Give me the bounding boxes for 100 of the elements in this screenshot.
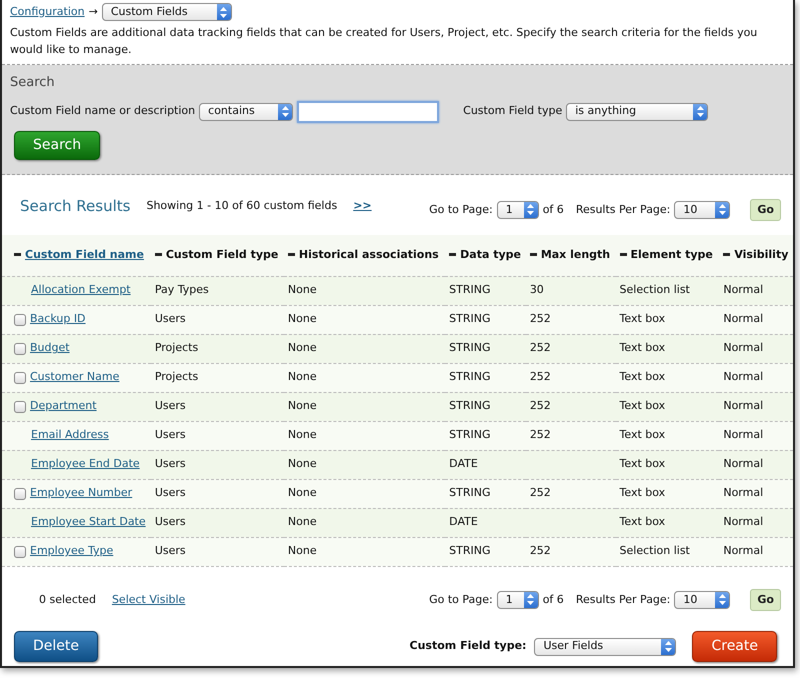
per-page-select[interactable]: 10 (674, 590, 730, 609)
stepper-icon (718, 594, 726, 606)
table-cell: 252 (530, 341, 551, 354)
stepper-icon (718, 204, 726, 216)
page-label: Go to Page: (429, 592, 493, 608)
page-select[interactable]: 1 (496, 200, 539, 219)
table-cell: 30 (530, 283, 544, 296)
field-type-select[interactable]: User Fields (534, 638, 676, 656)
create-button[interactable]: Create (692, 631, 777, 662)
row-checkbox[interactable] (14, 488, 26, 500)
breadcrumb-arrow: → (88, 4, 98, 20)
table-cell: Text box (620, 428, 666, 442)
table-cell: Users (154, 457, 186, 470)
type-select[interactable]: is anything (566, 102, 708, 120)
field-label: Custom Field type: (410, 638, 526, 654)
table-cell: Normal (723, 312, 764, 326)
table-cell: Normal (723, 370, 764, 384)
table-cell: None (288, 312, 317, 326)
table-cell: DATE (449, 457, 478, 470)
go-button[interactable]: Go (750, 588, 781, 611)
field-name-link[interactable]: Budget (30, 340, 70, 357)
table-cell: Projects (154, 341, 198, 354)
table-cell: 252 (530, 486, 551, 500)
table-cell: 252 (530, 399, 551, 412)
per-page-select[interactable]: 10 (674, 200, 730, 219)
next-link[interactable]: >> (353, 198, 372, 214)
table-cell: STRING (449, 428, 491, 442)
field-label: Custom Field name or description (10, 103, 196, 120)
table-cell: Pay Types (154, 283, 209, 296)
table-cell: None (288, 486, 317, 500)
table-cell: Normal (723, 457, 764, 470)
table-cell: Users (154, 399, 186, 412)
stepper-icon (696, 106, 704, 117)
row-checkbox[interactable] (14, 400, 26, 412)
description-text: Custom Fields are additional data tracking fields that can be created for Users, Project, etc. Specify the search criteria for the fields you would like to manage. (10, 25, 758, 58)
search-title: Search (10, 74, 56, 92)
table-cell: STRING (449, 312, 491, 326)
table-cell: Users (154, 515, 186, 528)
stepper-icon (220, 6, 228, 18)
table-cell: STRING (449, 486, 491, 500)
row-checkbox[interactable] (14, 546, 26, 558)
table-cell: Normal (723, 399, 764, 412)
table-cell: Text box (620, 486, 666, 500)
page-label: Go to Page: (429, 202, 493, 218)
table-cell: Text box (620, 312, 666, 326)
table-cell: Users (154, 312, 186, 326)
per-page-label: Results Per Page: (576, 202, 670, 218)
table-cell: Selection list (620, 283, 690, 296)
table-cell: None (288, 341, 317, 354)
stepper-icon (664, 641, 672, 652)
page-type-select[interactable]: Custom Fields (102, 3, 232, 21)
table-cell: None (288, 428, 317, 442)
row-checkbox[interactable] (14, 372, 26, 384)
table-cell: None (288, 283, 317, 296)
per-page-label: Results Per Page: (576, 592, 670, 608)
table-cell: 252 (530, 544, 551, 558)
field-label: Custom Field type (463, 103, 562, 120)
table-cell: Normal (723, 428, 764, 442)
table-cell: 252 (530, 312, 551, 326)
delete-button[interactable]: Delete (14, 631, 98, 662)
row-checkbox[interactable] (14, 342, 26, 354)
table-cell: Projects (154, 370, 198, 384)
table-cell: STRING (449, 399, 491, 412)
table-cell: Normal (723, 283, 764, 296)
table-cell: Users (154, 486, 186, 500)
table-cell: None (288, 399, 317, 412)
stepper-icon (282, 106, 289, 117)
table-cell: STRING (449, 283, 491, 296)
table-cell: DATE (449, 515, 478, 528)
table-cell: None (288, 544, 317, 558)
operator-select[interactable]: contains (199, 102, 294, 120)
table-cell: None (288, 515, 317, 528)
select-visible-link[interactable]: Select Visible (112, 592, 186, 608)
breadcrumb-link[interactable]: Configuration (10, 4, 85, 20)
results-count: Showing 1 - 10 of 60 custom fields (146, 198, 338, 214)
page-count: of 6 (542, 202, 564, 218)
table-cell: None (288, 370, 317, 384)
page-count: of 6 (542, 592, 564, 608)
table-cell: STRING (449, 370, 491, 384)
table-cell: Users (154, 544, 186, 558)
search-input[interactable] (297, 100, 440, 122)
selected-count: 0 selected (39, 592, 96, 608)
table-cell: Text box (620, 399, 666, 412)
table-cell: Text box (620, 341, 666, 354)
table-cell: 252 (530, 370, 551, 384)
table-cell: Normal (723, 515, 764, 528)
table-cell: Users (154, 428, 186, 442)
table-cell: Normal (723, 341, 764, 354)
go-button[interactable]: Go (750, 198, 781, 221)
table-cell: Text box (620, 370, 666, 384)
table-cell: None (288, 457, 317, 470)
row-checkbox[interactable] (14, 314, 26, 326)
table-cell: Normal (723, 486, 764, 500)
page-select[interactable]: 1 (496, 590, 539, 609)
table-cell: Text box (620, 457, 666, 470)
search-button[interactable]: Search (14, 130, 100, 160)
table-cell: STRING (449, 544, 491, 558)
table-cell: STRING (449, 341, 491, 354)
table-cell: Text box (620, 515, 666, 528)
table-cell: Selection list (620, 544, 690, 558)
